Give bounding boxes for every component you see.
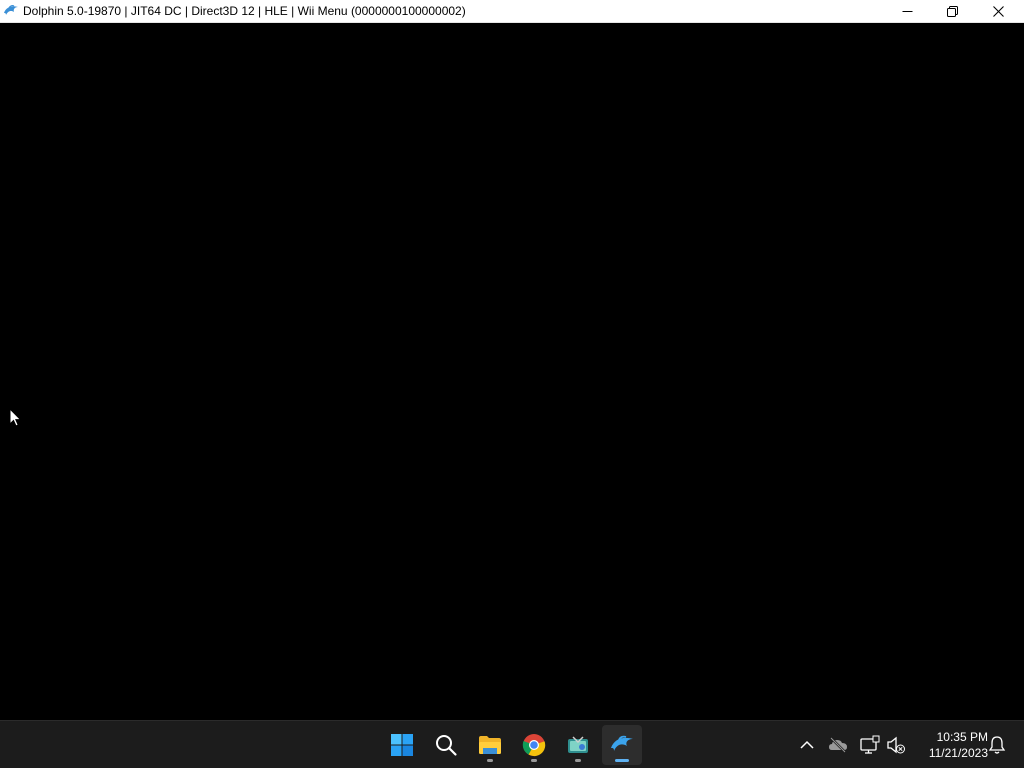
title-bar[interactable]: Dolphin 5.0-19870 | JIT64 DC | Direct3D … [0, 0, 1024, 23]
search-icon [436, 735, 457, 756]
minimize-icon [902, 11, 913, 12]
volume-muted-icon [887, 736, 905, 754]
bell-icon [988, 736, 1006, 754]
restore-button[interactable] [930, 0, 975, 23]
running-indicator [575, 759, 581, 762]
running-indicator [531, 759, 537, 762]
tray-overflow-button[interactable] [797, 735, 817, 755]
running-indicator [487, 759, 493, 762]
taskbar-clock[interactable]: 10:35 PM 11/21/2023 [912, 729, 988, 761]
media-app-icon [568, 736, 588, 753]
taskbar-media-app[interactable] [558, 725, 598, 765]
emulator-render-area[interactable] [0, 23, 1024, 720]
active-indicator [615, 759, 629, 762]
tray-network[interactable] [860, 735, 880, 755]
tray-onedrive[interactable] [828, 735, 848, 755]
taskbar-start-button[interactable] [382, 725, 422, 765]
minimize-button[interactable] [885, 0, 930, 23]
chrome-icon [522, 734, 546, 757]
dolphin-icon [611, 735, 633, 751]
taskbar: 10:35 PM 11/21/2023 [0, 720, 1024, 768]
taskbar-chrome[interactable] [514, 725, 554, 765]
window-title: Dolphin 5.0-19870 | JIT64 DC | Direct3D … [23, 4, 466, 18]
restore-icon [947, 6, 958, 17]
chevron-up-icon [800, 740, 814, 749]
close-button[interactable] [976, 0, 1021, 23]
network-icon [860, 735, 880, 754]
tray-volume[interactable] [886, 735, 906, 755]
clock-date: 11/21/2023 [928, 746, 988, 760]
cloud-offline-icon [829, 737, 847, 753]
close-icon [993, 6, 1004, 17]
taskbar-search-button[interactable] [426, 725, 466, 765]
mouse-cursor-icon [9, 408, 22, 427]
windows-start-icon [391, 734, 413, 756]
taskbar-dolphin[interactable] [602, 725, 642, 765]
folder-icon [479, 736, 501, 754]
notification-center-button[interactable] [987, 735, 1007, 755]
dolphin-icon[interactable] [3, 4, 19, 18]
taskbar-file-explorer[interactable] [470, 725, 510, 765]
clock-time: 10:35 PM [936, 730, 988, 744]
